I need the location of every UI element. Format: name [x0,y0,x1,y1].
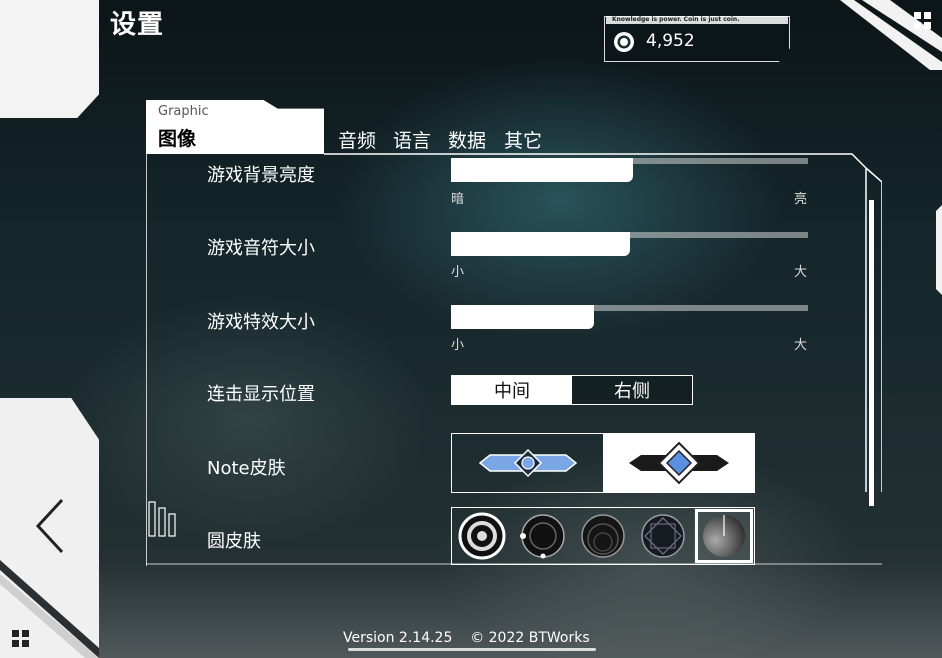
note-skin-classic-icon [478,448,577,478]
circle-skin-option-4[interactable] [633,508,693,564]
grid-menu-icon[interactable] [10,628,32,650]
circle-skin-3-icon [581,514,625,558]
version-text: Version 2.14.25 [343,630,453,646]
effect-size-min-label: 小 [451,338,465,353]
note-size-slider-fill [451,232,630,256]
effect-size-slider-fill [451,305,594,329]
left-top-panel [0,0,99,118]
grid-menu-icon[interactable] [912,10,934,32]
tab-data[interactable]: 数据 [448,126,486,153]
brightness-label: 游戏背景亮度 [207,165,315,186]
back-arrow-icon[interactable] [30,496,70,556]
footer-underline [348,648,596,651]
circle-skin-5-icon [702,515,745,557]
brightness-slider-fill [451,158,633,182]
page-title: 设置 [110,10,165,40]
tab-audio[interactable]: 音频 [338,126,376,153]
note-size-min-label: 小 [451,265,465,280]
tab-other[interactable]: 其它 [504,126,542,153]
tab-language[interactable]: 语言 [393,126,431,153]
note-size-label: 游戏音符大小 [207,238,315,259]
circle-skin-2-icon [519,514,565,559]
brightness-max-label: 亮 [794,192,808,207]
coin-tagline: Knowledge is power. Coin is just coin. [606,16,788,24]
circle-skin-label: 圆皮肤 [207,531,261,552]
circle-skin-4-icon [641,514,686,558]
combo-position-label: 连击显示位置 [207,384,315,405]
coin-count: 4,952 [646,31,695,51]
tab-graphic-english: Graphic [158,104,209,119]
brightness-min-label: 暗 [451,192,465,207]
note-skin-option-1[interactable] [452,434,603,492]
tab-graphic-label: 图像 [158,128,197,150]
coin-icon [614,32,634,52]
circle-skin-option-5[interactable] [693,508,755,564]
circle-skin-option-2[interactable] [512,508,572,564]
combo-position-center-option[interactable]: 中间 [452,376,572,404]
circle-skin-selector [451,507,755,565]
circle-skin-1-icon [458,512,506,560]
effect-size-max-label: 大 [794,338,808,353]
combo-position-toggle: 中间 右侧 [451,375,693,405]
version-footer: Version 2.14.25 © 2022 BTWorks [343,630,590,646]
copyright-text: © 2022 BTWorks [470,630,590,646]
combo-position-right-option[interactable]: 右侧 [572,376,692,404]
circle-skin-option-3[interactable] [573,508,633,564]
note-skin-diamond-icon [628,441,729,485]
circle-skin-option-1[interactable] [452,508,512,564]
edge-decoration [936,205,942,295]
note-skin-label: Note皮肤 [207,458,286,479]
note-skin-selector [451,433,755,493]
settings-panel-frame [146,153,882,566]
note-skin-option-2[interactable] [603,434,754,492]
note-size-max-label: 大 [794,265,808,280]
effect-size-label: 游戏特效大小 [207,312,315,333]
scrollbar[interactable] [869,200,874,506]
panel-side-decoration [148,501,176,537]
